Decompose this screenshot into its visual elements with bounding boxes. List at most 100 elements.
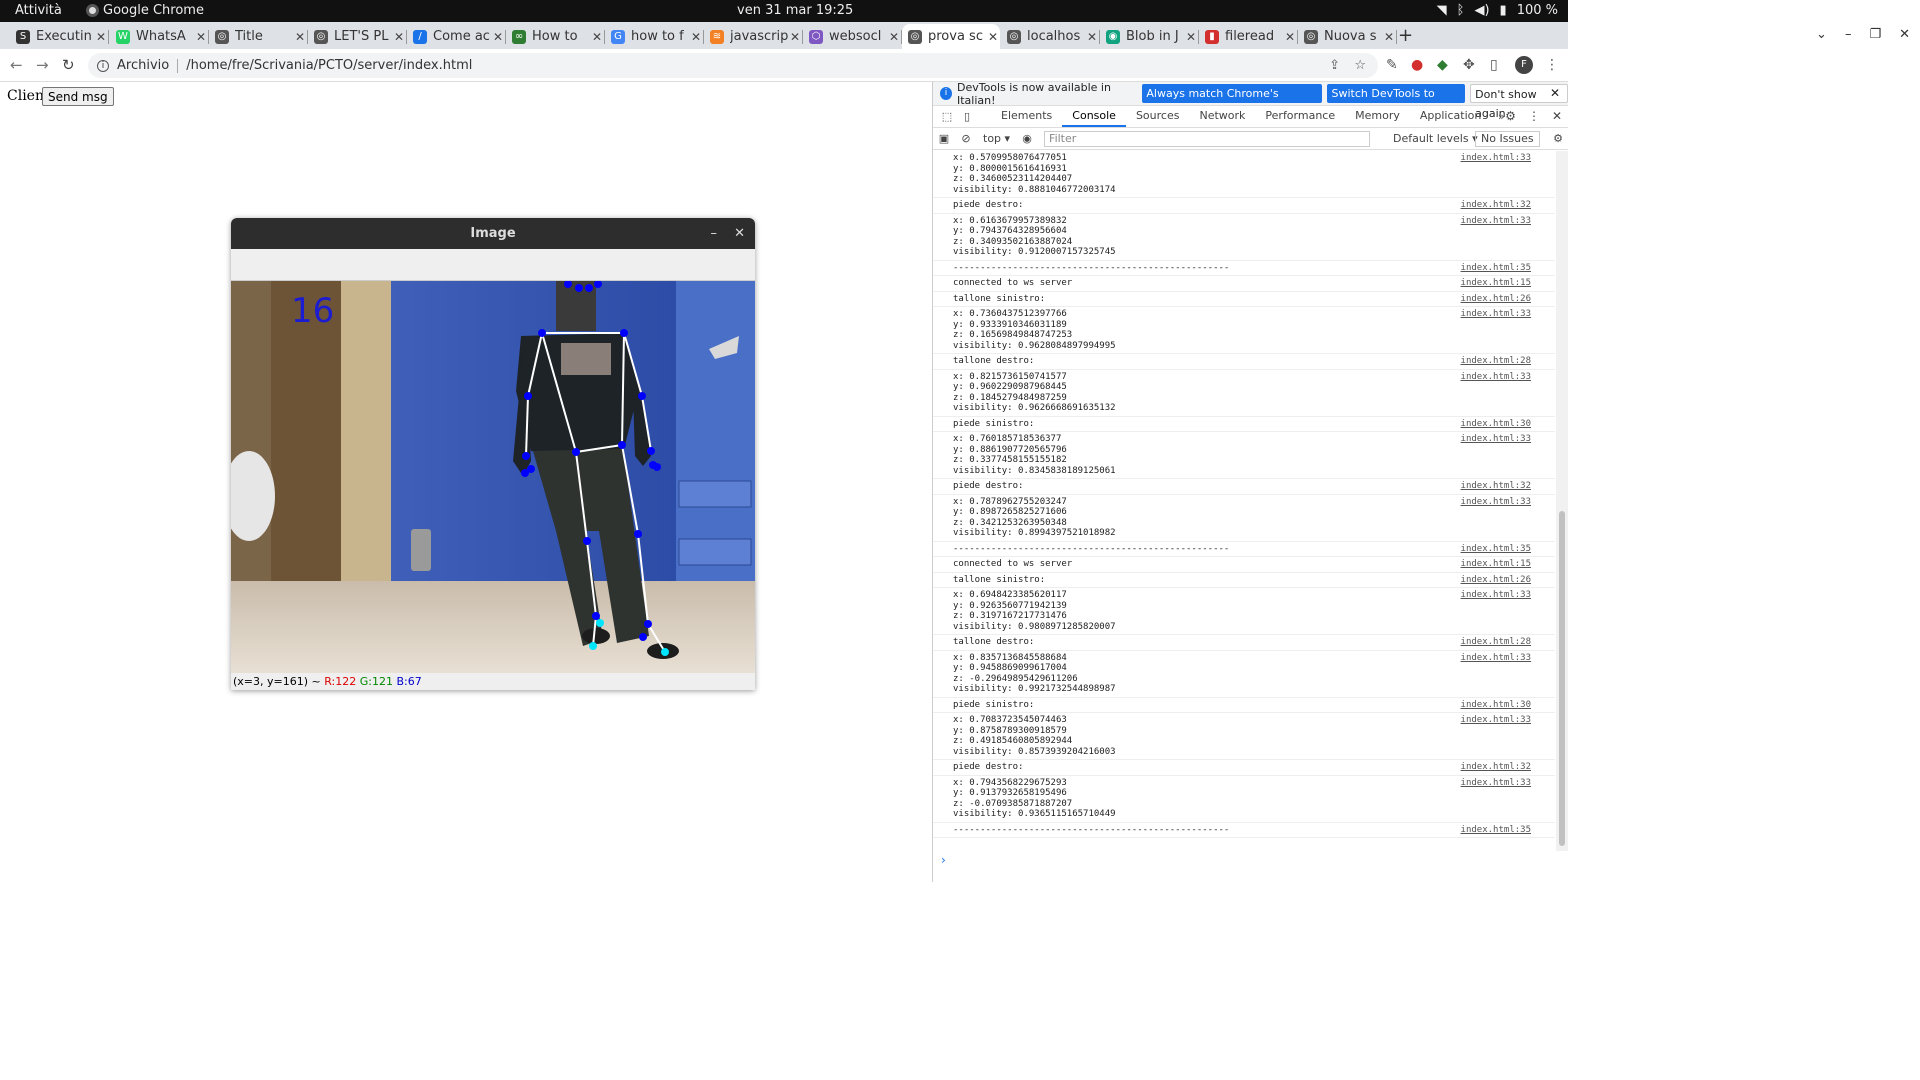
profile-avatar[interactable]: F bbox=[1515, 56, 1533, 74]
vpn-extension-icon[interactable]: ◆ bbox=[1437, 57, 1448, 73]
extensions-puzzle-icon[interactable]: ✥ bbox=[1463, 57, 1475, 73]
tab-close-icon[interactable]: ✕ bbox=[194, 30, 208, 44]
devtools-menu-icon[interactable]: ⋮ bbox=[1528, 109, 1540, 123]
console-source-link[interactable]: index.html:33 bbox=[1461, 590, 1531, 600]
devtools-tab-elements[interactable]: Elements bbox=[991, 109, 1062, 127]
console-prompt[interactable]: › bbox=[941, 853, 946, 867]
system-tray[interactable]: ◥ ᛒ ◀) ▮ 100 % bbox=[1437, 3, 1558, 18]
extension-icon[interactable]: ✎ bbox=[1386, 57, 1398, 73]
tab-close-icon[interactable]: ✕ bbox=[94, 30, 108, 44]
send-msg-button[interactable]: Send msg bbox=[42, 87, 114, 106]
browser-tab[interactable]: ◎ Nuova s ✕ bbox=[1298, 24, 1397, 49]
devtools-tab-console[interactable]: Console bbox=[1062, 109, 1126, 127]
tab-close-icon[interactable]: ✕ bbox=[986, 30, 1000, 44]
console-source-link[interactable]: index.html:33 bbox=[1461, 434, 1531, 444]
tab-close-icon[interactable]: ✕ bbox=[491, 30, 505, 44]
infobar-close-icon[interactable]: ✕ bbox=[1550, 86, 1560, 100]
restore-icon[interactable]: ❐ bbox=[1869, 27, 1881, 42]
app-menu[interactable]: Google Chrome bbox=[86, 3, 204, 18]
always-match-language-button[interactable]: Always match Chrome's language bbox=[1142, 84, 1323, 119]
browser-tab[interactable]: W WhatsA ✕ bbox=[110, 24, 209, 49]
clock[interactable]: ven 31 mar 19:25 bbox=[737, 3, 853, 18]
forward-icon[interactable]: → bbox=[36, 56, 49, 74]
cv-minimize-icon[interactable]: – bbox=[711, 218, 718, 249]
console-source-link[interactable]: index.html:33 bbox=[1461, 653, 1531, 663]
cv-close-icon[interactable]: ✕ bbox=[734, 218, 745, 249]
browser-tab[interactable]: ◎ localhos ✕ bbox=[1001, 24, 1100, 49]
site-info-icon[interactable]: i bbox=[97, 59, 109, 72]
close-window-icon[interactable]: ✕ bbox=[1899, 27, 1910, 42]
console-scrollbar[interactable] bbox=[1556, 151, 1568, 851]
webcam-frame[interactable]: 16 bbox=[231, 281, 755, 673]
tab-close-icon[interactable]: ✕ bbox=[1283, 30, 1297, 44]
browser-tab[interactable]: ≋ javascrip ✕ bbox=[704, 24, 803, 49]
console-source-link[interactable]: index.html:33 bbox=[1461, 372, 1531, 382]
devtools-tab-sources[interactable]: Sources bbox=[1126, 109, 1190, 127]
reload-icon[interactable]: ↻ bbox=[62, 56, 75, 74]
scrollbar-thumb[interactable] bbox=[1559, 511, 1565, 846]
opencv-image-window[interactable]: Image – ✕ 16 (x=3, y=161) ~ R:122 G:121 … bbox=[231, 218, 755, 690]
console-source-link[interactable]: index.html:33 bbox=[1461, 715, 1531, 725]
console-source-link[interactable]: index.html:33 bbox=[1461, 497, 1531, 507]
tab-search-icon[interactable]: ⌄ bbox=[1816, 27, 1827, 42]
console-messages[interactable]: x: 0.5709958076477051 y: 0.80000156164169… bbox=[933, 151, 1555, 851]
sidebar-toggle-icon[interactable]: ▣ bbox=[933, 132, 955, 145]
browser-tab[interactable]: ▮ fileread ✕ bbox=[1199, 24, 1298, 49]
tab-close-icon[interactable]: ✕ bbox=[1382, 30, 1396, 44]
tab-close-icon[interactable]: ✕ bbox=[392, 30, 406, 44]
console-source-link[interactable]: index.html:35 bbox=[1461, 544, 1531, 554]
clear-console-icon[interactable]: ⊘ bbox=[955, 132, 977, 145]
live-expression-eye-icon[interactable]: ◉ bbox=[1016, 132, 1038, 145]
browser-tab[interactable]: Ghow to f ✕ bbox=[605, 24, 704, 49]
activities-button[interactable]: Attività bbox=[15, 3, 62, 18]
console-settings-icon[interactable]: ⚙ bbox=[1553, 132, 1563, 145]
devtools-tab-network[interactable]: Network bbox=[1189, 109, 1255, 127]
console-source-link[interactable]: index.html:35 bbox=[1461, 825, 1531, 835]
settings-gear-icon[interactable]: ⚙ bbox=[1505, 109, 1516, 123]
switch-to-italian-button[interactable]: Switch DevTools to Italian bbox=[1327, 84, 1466, 119]
side-panel-icon[interactable]: ▯ bbox=[1490, 57, 1498, 73]
devtools-tab-memory[interactable]: Memory bbox=[1345, 109, 1410, 127]
tab-close-icon[interactable]: ✕ bbox=[887, 30, 901, 44]
console-source-link[interactable]: index.html:30 bbox=[1461, 700, 1531, 710]
issues-button[interactable]: No Issues bbox=[1475, 130, 1540, 147]
back-icon[interactable]: ← bbox=[10, 56, 23, 74]
console-source-link[interactable]: index.html:32 bbox=[1461, 762, 1531, 772]
console-source-link[interactable]: index.html:32 bbox=[1461, 481, 1531, 491]
opera-extension-icon[interactable]: ● bbox=[1411, 57, 1423, 73]
console-source-link[interactable]: index.html:15 bbox=[1461, 559, 1531, 569]
console-source-link[interactable]: index.html:30 bbox=[1461, 419, 1531, 429]
device-toolbar-icon[interactable]: ▯ bbox=[957, 110, 977, 123]
tab-close-icon[interactable]: ✕ bbox=[293, 30, 307, 44]
cv-window-titlebar[interactable]: Image – ✕ bbox=[231, 218, 755, 249]
share-icon[interactable]: ⇪ bbox=[1329, 58, 1340, 73]
new-tab-button[interactable]: + bbox=[1398, 25, 1413, 46]
console-source-link[interactable]: index.html:33 bbox=[1461, 778, 1531, 788]
devtools-tab-performance[interactable]: Performance bbox=[1255, 109, 1345, 127]
console-source-link[interactable]: index.html:28 bbox=[1461, 637, 1531, 647]
browser-tab[interactable]: ◉ Blob in J ✕ bbox=[1100, 24, 1199, 49]
minimize-icon[interactable]: – bbox=[1845, 27, 1852, 42]
tab-close-icon[interactable]: ✕ bbox=[1184, 30, 1198, 44]
console-source-link[interactable]: index.html:26 bbox=[1461, 575, 1531, 585]
log-levels-dropdown[interactable]: Default levels ▾ bbox=[1393, 132, 1478, 145]
context-selector[interactable]: top ▾ bbox=[977, 132, 1016, 145]
console-source-link[interactable]: index.html:32 bbox=[1461, 200, 1531, 210]
console-source-link[interactable]: index.html:15 bbox=[1461, 278, 1531, 288]
console-source-link[interactable]: index.html:33 bbox=[1461, 153, 1531, 163]
browser-tab[interactable]: / Come ac ✕ bbox=[407, 24, 506, 49]
bookmark-star-icon[interactable]: ☆ bbox=[1354, 58, 1366, 73]
browser-tab[interactable]: S Executin ✕ bbox=[10, 24, 109, 49]
console-source-link[interactable]: index.html:26 bbox=[1461, 294, 1531, 304]
console-source-link[interactable]: index.html:33 bbox=[1461, 309, 1531, 319]
tab-close-icon[interactable]: ✕ bbox=[590, 30, 604, 44]
browser-tab[interactable]: ◎ Title ✕ bbox=[209, 24, 308, 49]
chrome-menu-icon[interactable]: ⋮ bbox=[1545, 57, 1559, 73]
tab-close-icon[interactable]: ✕ bbox=[788, 30, 802, 44]
inspect-element-icon[interactable]: ⬚ bbox=[937, 110, 957, 123]
tab-close-icon[interactable]: ✕ bbox=[689, 30, 703, 44]
console-source-link[interactable]: index.html:35 bbox=[1461, 263, 1531, 273]
console-source-link[interactable]: index.html:28 bbox=[1461, 356, 1531, 366]
address-bar[interactable]: i Archivio /home/fre/Scrivania/PCTO/serv… bbox=[88, 53, 1378, 78]
console-source-link[interactable]: index.html:33 bbox=[1461, 216, 1531, 226]
